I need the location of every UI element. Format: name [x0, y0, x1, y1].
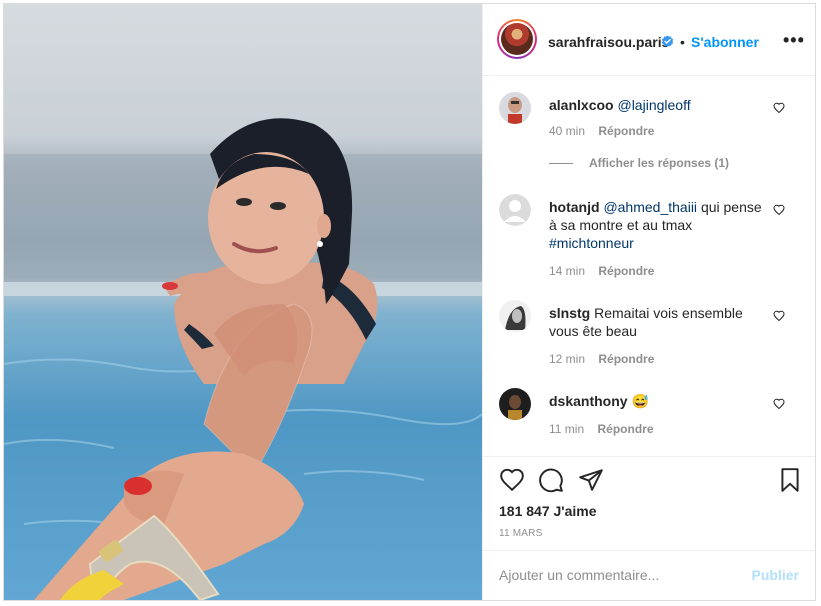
author-username[interactable]: sarahfraisou.paris [548, 34, 669, 50]
bookmark-icon[interactable] [777, 467, 803, 493]
share-icon[interactable] [578, 467, 604, 493]
reply-button[interactable]: Répondre [597, 422, 653, 436]
comment-username[interactable]: dskanthony [549, 393, 628, 409]
post-date[interactable]: 11 MARS [499, 528, 542, 539]
commenter-avatar[interactable] [499, 300, 531, 332]
reply-button[interactable]: Répondre [598, 264, 654, 278]
view-replies-button[interactable]: Afficher les réponses (1) [549, 156, 729, 170]
post-card: sarahfraisou.paris • S'abonner ••• alanl… [3, 3, 816, 601]
comment-like-icon[interactable] [773, 102, 785, 114]
commenter-avatar[interactable] [499, 92, 531, 124]
comment-username[interactable]: alanlxcoo [549, 97, 614, 113]
more-options-icon[interactable]: ••• [783, 30, 805, 51]
verified-badge-icon [661, 35, 674, 47]
reply-button[interactable]: Répondre [598, 352, 654, 366]
comment-username[interactable]: slnstg [549, 305, 590, 321]
post-photo[interactable] [4, 4, 482, 600]
comment-like-icon[interactable] [773, 204, 785, 216]
add-comment-bar: Ajouter un commentaire... Publier [483, 550, 815, 600]
author-avatar[interactable] [497, 19, 537, 59]
likes-count[interactable]: 181 847 J'aime [499, 503, 597, 519]
comment-time: 11 min [549, 422, 585, 436]
comment-mention[interactable]: @ahmed_thaiii [603, 199, 697, 215]
comment-time: 12 min [549, 352, 586, 366]
commenter-avatar[interactable] [499, 194, 531, 226]
comment-username[interactable]: hotanjd [549, 199, 600, 215]
comment-mention[interactable]: @lajingleoff [617, 97, 690, 113]
reply-button[interactable]: Répondre [598, 124, 654, 138]
comment-like-icon[interactable] [773, 310, 785, 322]
comment-time: 14 min [549, 264, 586, 278]
author-avatar-image [501, 23, 533, 55]
comments-list[interactable]: alanlxcoo @lajingleoff 40 min Répondre A… [483, 76, 815, 456]
post-header: sarahfraisou.paris • S'abonner ••• [483, 4, 815, 76]
photo-illustration [4, 118, 482, 600]
publish-button[interactable]: Publier [752, 567, 799, 583]
comment-icon[interactable] [538, 467, 564, 493]
header-separator: • [680, 34, 685, 50]
follow-button[interactable]: S'abonner [691, 34, 759, 50]
comment-text: 😅 [631, 393, 649, 409]
comment-like-icon[interactable] [773, 398, 785, 410]
comment-time: 40 min [549, 124, 586, 138]
comment-input[interactable]: Ajouter un commentaire... [499, 567, 659, 583]
post-side-panel: sarahfraisou.paris • S'abonner ••• alanl… [482, 4, 815, 600]
heart-icon[interactable] [499, 467, 525, 493]
commenter-avatar[interactable] [499, 388, 531, 420]
post-actions: 181 847 J'aime 11 MARS [483, 456, 815, 550]
comment-hashtag[interactable]: #michtonneur [549, 235, 634, 251]
